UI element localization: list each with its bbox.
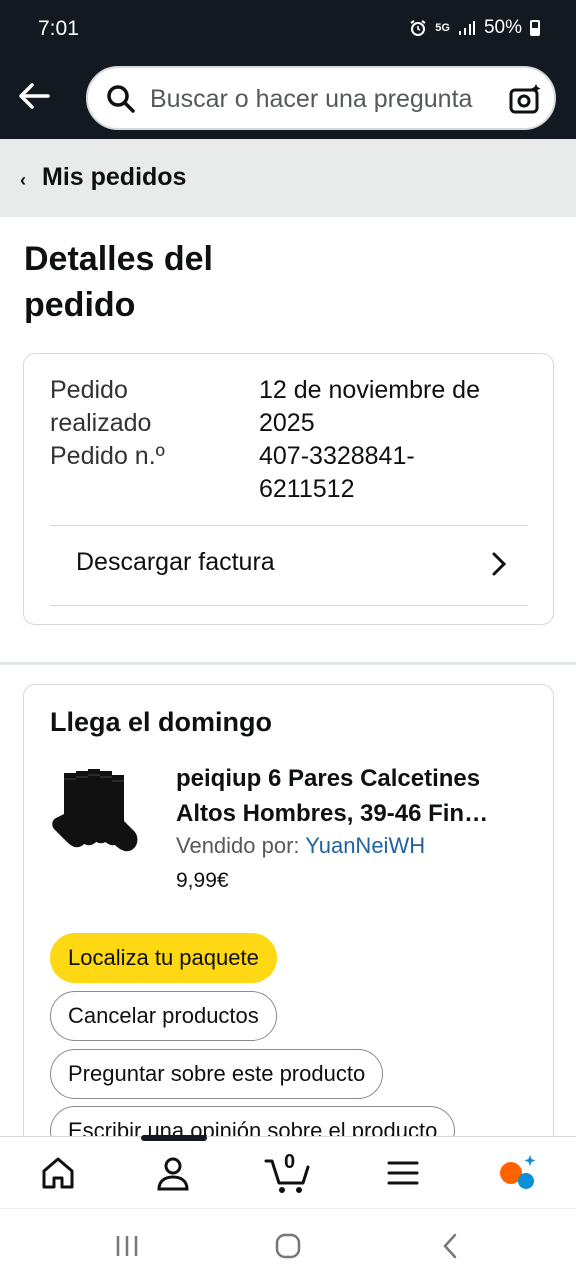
cancel-items-button[interactable]: Cancelar productos (50, 991, 277, 1041)
arrival-heading: Llega el domingo (50, 707, 273, 737)
shipment-card: Llega el domingo peiqiup 6 Pares Calceti… (23, 684, 554, 1204)
cart-count: 0 (284, 1151, 296, 1173)
page-title: Detalles del pedido (24, 240, 213, 324)
divider (50, 605, 528, 606)
active-tab-indicator (141, 1135, 207, 1141)
search-bar[interactable]: Buscar o hacer una pregunta (86, 66, 556, 130)
chevron-right-icon (492, 552, 507, 576)
product-title[interactable]: peiqiup 6 Pares Calcetines Altos Hombres… (176, 761, 536, 831)
battery-icon (530, 20, 540, 36)
battery-percent: 50% (483, 17, 522, 38)
status-bar: 7:01 5G 50% (0, 0, 576, 60)
order-number-label: Pedido n.º (50, 442, 165, 470)
alarm-icon (410, 20, 426, 36)
download-invoice-row[interactable]: Descargar factura (24, 526, 555, 606)
order-placed-label: Pedido realizado (50, 376, 152, 437)
system-back-icon[interactable] (436, 1231, 466, 1261)
status-icons: 5G 50% (409, 17, 540, 39)
seller-link[interactable]: YuanNeiWH (305, 833, 425, 858)
ask-product-question-button[interactable]: Preguntar sobre este producto (50, 1049, 384, 1099)
rufus-assistant-icon[interactable] (496, 1153, 536, 1193)
track-package-button[interactable]: Localiza tu paquete (50, 933, 277, 983)
sold-by-label: Vendido por: (176, 833, 300, 858)
order-placed-value: 12 de noviembre de 2025 (259, 376, 480, 437)
app-header: Buscar o hacer una pregunta (0, 60, 576, 139)
account-icon[interactable] (153, 1153, 193, 1193)
system-nav-bar (0, 1208, 576, 1280)
back-arrow-icon[interactable] (16, 78, 52, 114)
recent-apps-icon[interactable] (112, 1231, 142, 1261)
bottom-nav: 0 (0, 1135, 576, 1208)
section-separator (0, 662, 576, 665)
order-info-card: Pedido realizado 12 de noviembre de 2025… (23, 353, 554, 625)
home-button-icon[interactable] (273, 1231, 303, 1261)
download-invoice-label: Descargar factura (76, 548, 275, 576)
breadcrumb[interactable]: ‹ Mis pedidos (0, 139, 576, 217)
search-icon (107, 85, 135, 113)
breadcrumb-label: Mis pedidos (42, 163, 187, 191)
product-price: 9,99€ (176, 869, 229, 892)
product-image[interactable] (50, 763, 154, 867)
chevron-left-icon: ‹ (20, 170, 26, 190)
seller-info: Vendido por: YuanNeiWH (176, 833, 425, 859)
status-time: 7:01 (38, 17, 79, 40)
home-icon[interactable] (38, 1153, 78, 1193)
cart-button[interactable]: 0 (264, 1151, 312, 1195)
signal-icon (458, 21, 475, 35)
menu-icon[interactable] (383, 1153, 423, 1193)
order-number-value: 407-3328841-6211512 (259, 442, 415, 503)
camera-search-icon[interactable] (508, 82, 542, 116)
search-placeholder: Buscar o hacer una pregunta (150, 85, 473, 113)
network-type: 5G (435, 22, 450, 34)
